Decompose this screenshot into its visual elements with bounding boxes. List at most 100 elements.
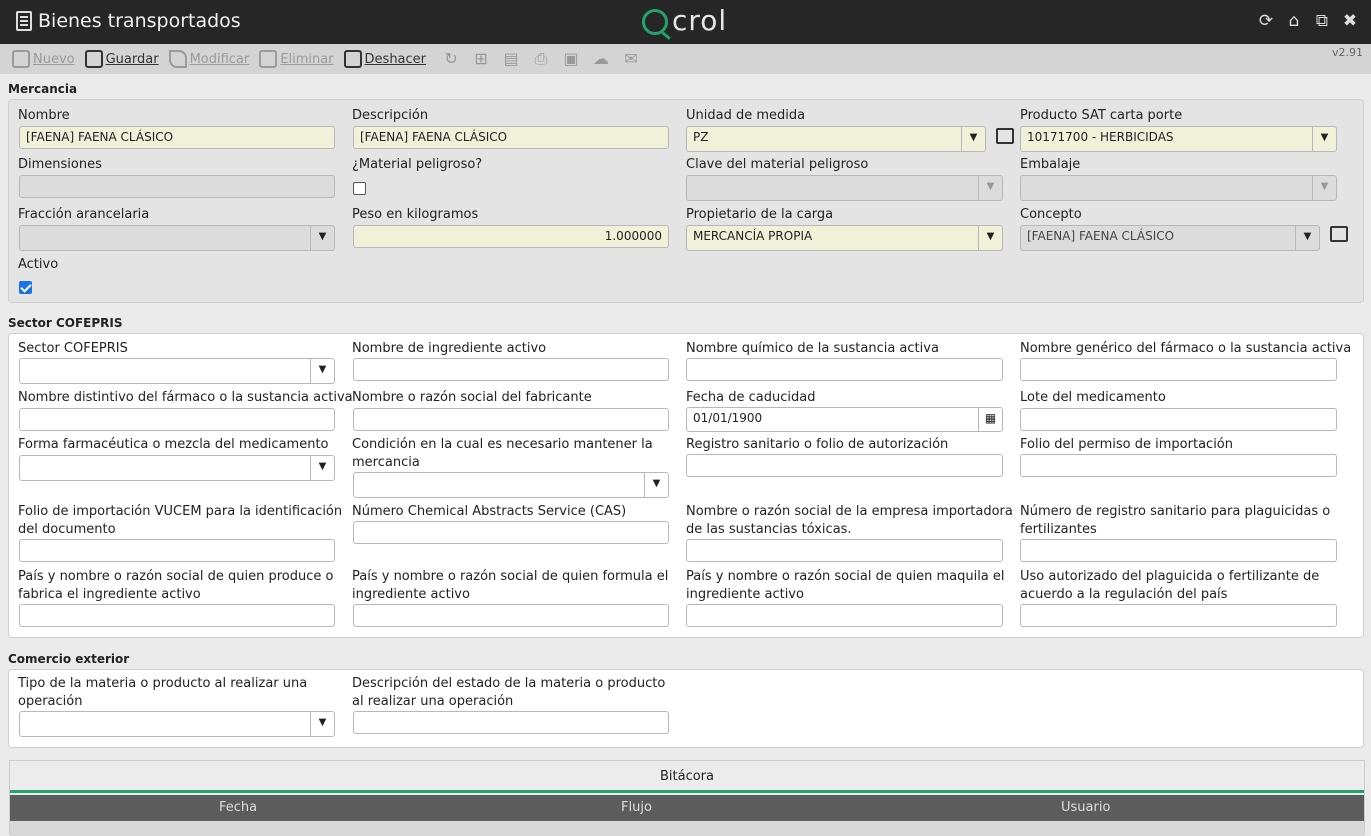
add-window-icon[interactable]: ⊞ — [472, 50, 490, 68]
window-icon[interactable]: ▤ — [502, 50, 520, 68]
nombre-label: Nombre — [18, 108, 70, 123]
cas-field[interactable] — [353, 521, 669, 544]
generico-label: Nombre genérico del fármaco o la sustanc… — [1020, 341, 1352, 356]
chevron-down-icon: ▼ — [644, 473, 668, 497]
condicion-label: Condición en la cual es necesario manten… — [352, 437, 653, 470]
column-flujo[interactable]: Flujo — [621, 800, 652, 815]
quimico-field[interactable] — [686, 358, 1003, 381]
nombre-field[interactable]: [FAENA] FAENA CLÁSICO — [19, 126, 335, 149]
concepto-select[interactable]: [FAENA] FAENA CLÁSICO ▼ — [1020, 225, 1320, 251]
delete-label: Eliminar — [280, 51, 334, 67]
propietario-select[interactable]: MERCANCÍA PROPIA ▼ — [686, 225, 1003, 251]
new-icon — [12, 50, 30, 68]
folio-vucem-field[interactable] — [19, 539, 335, 562]
estado-materia-field[interactable] — [353, 711, 669, 734]
calendar-icon[interactable]: ▦ — [978, 408, 1002, 431]
sector-cofepris-label: Sector COFEPRIS — [18, 341, 128, 356]
save-label: Guardar — [105, 51, 159, 67]
catalog-open-icon[interactable] — [996, 128, 1014, 144]
dimensiones-field[interactable] — [19, 175, 335, 198]
material-peligroso-label: ¿Material peligroso? — [352, 157, 483, 172]
inbox-download-icon[interactable]: ✉ — [622, 50, 640, 68]
chevron-down-icon: ▼ — [310, 712, 334, 736]
new-button[interactable]: Nuevo — [12, 50, 75, 68]
chevron-down-icon: ▼ — [310, 226, 334, 250]
upload-cloud-icon[interactable]: ☁ — [592, 50, 610, 68]
concepto-value: [FAENA] FAENA CLÁSICO — [1027, 229, 1175, 243]
forma-select[interactable]: ▼ — [19, 455, 335, 481]
delete-button[interactable]: Eliminar — [259, 50, 334, 68]
close-icon[interactable]: ✖ — [1341, 11, 1359, 31]
chevron-down-icon: ▼ — [310, 359, 334, 383]
edit-button[interactable]: Modificar — [168, 50, 250, 68]
fabricante-label: Nombre o razón social del fabricante — [352, 390, 592, 405]
caducidad-date-field[interactable]: 01/01/1900 ▦ — [686, 407, 1003, 432]
reload-icon[interactable]: ↻ — [442, 50, 460, 68]
home-icon[interactable]: ⌂ — [1285, 11, 1303, 31]
cofepris-section-title: Sector COFEPRIS — [8, 316, 123, 330]
concepto-label: Concepto — [1020, 207, 1082, 222]
cas-label: Número Chemical Abstracts Service (CAS) — [352, 504, 627, 519]
produce-field[interactable] — [19, 604, 335, 627]
chevron-down-icon: ▼ — [978, 176, 1002, 200]
pencil-icon — [168, 50, 187, 68]
formula-label: País y nombre o razón social de quien fo… — [352, 569, 669, 602]
fabricante-field[interactable] — [353, 408, 669, 431]
chevron-down-icon: ▼ — [310, 456, 334, 480]
estado-materia-label: Descripción del estado de la materia o p… — [352, 676, 666, 709]
distintivo-field[interactable] — [19, 408, 335, 431]
column-usuario[interactable]: Usuario — [1061, 800, 1110, 815]
descripcion-field[interactable]: [FAENA] FAENA CLÁSICO — [353, 126, 669, 149]
undo-icon — [343, 50, 362, 68]
chevron-down-icon: ▼ — [1312, 176, 1336, 200]
condicion-select[interactable]: ▼ — [353, 472, 669, 498]
activo-checkbox[interactable] — [19, 281, 32, 294]
folio-permiso-label: Folio del permiso de importación — [1020, 437, 1233, 452]
refresh-icon[interactable]: ⟳ — [1257, 11, 1275, 31]
print-preview-icon[interactable]: ▣ — [562, 50, 580, 68]
dimensiones-label: Dimensiones — [18, 157, 102, 172]
propietario-label: Propietario de la carga — [686, 207, 834, 222]
undo-button[interactable]: Deshacer — [343, 50, 426, 68]
importadora-field[interactable] — [686, 539, 1003, 562]
peso-label: Peso en kilogramos — [352, 207, 479, 222]
ingrediente-field[interactable] — [353, 358, 669, 381]
toolbar: Nuevo Guardar Modificar Eliminar Deshace… — [0, 44, 1371, 74]
catalog-open-icon[interactable] — [1330, 226, 1348, 242]
activo-label: Activo — [18, 257, 59, 272]
producto-sat-select[interactable]: 10171700 - HERBICIDAS ▼ — [1020, 126, 1337, 152]
clave-material-select[interactable]: ▼ — [686, 175, 1003, 201]
column-fecha[interactable]: Fecha — [219, 800, 257, 815]
unidad-select[interactable]: PZ ▼ — [686, 126, 986, 152]
print-icon[interactable]: ⎙ — [532, 50, 550, 68]
distintivo-label: Nombre distintivo del fármaco o la susta… — [18, 390, 353, 405]
mercancia-section-title: Mercancia — [8, 82, 78, 96]
folio-permiso-field[interactable] — [1020, 454, 1337, 477]
embalaje-select[interactable]: ▼ — [1020, 175, 1337, 201]
save-button[interactable]: Guardar — [84, 50, 159, 68]
generico-field[interactable] — [1020, 358, 1337, 381]
uso-field[interactable] — [1020, 604, 1337, 627]
quimico-label: Nombre químico de la sustancia activa — [686, 341, 939, 356]
material-peligroso-checkbox[interactable] — [353, 182, 366, 195]
registro-plaguicidas-field[interactable] — [1020, 539, 1337, 562]
edit-label: Modificar — [189, 51, 250, 67]
tipo-materia-label: Tipo de la materia o producto al realiza… — [18, 676, 308, 709]
maquila-label: País y nombre o razón social de quien ma… — [686, 569, 1005, 602]
chevron-down-icon: ▼ — [961, 127, 985, 151]
bitacora-title: Bitácora — [10, 761, 1364, 793]
sector-cofepris-select[interactable]: ▼ — [19, 358, 335, 384]
fraccion-select[interactable]: ▼ — [19, 225, 335, 251]
formula-field[interactable] — [353, 604, 669, 627]
caducidad-label: Fecha de caducidad — [686, 390, 816, 405]
bitacora-panel: Bitácora Fecha Flujo Usuario — [9, 760, 1365, 836]
peso-field[interactable]: 1.000000 — [353, 225, 669, 248]
restore-window-icon[interactable]: ⧉ — [1313, 11, 1331, 31]
maquila-field[interactable] — [686, 604, 1003, 627]
logo-mark-icon — [642, 9, 668, 35]
tipo-materia-select[interactable]: ▼ — [19, 711, 335, 737]
bitacora-header-row: Fecha Flujo Usuario — [10, 795, 1364, 821]
producto-sat-label: Producto SAT carta porte — [1020, 108, 1183, 123]
lote-field[interactable] — [1020, 408, 1337, 431]
registro-field[interactable] — [686, 454, 1003, 477]
